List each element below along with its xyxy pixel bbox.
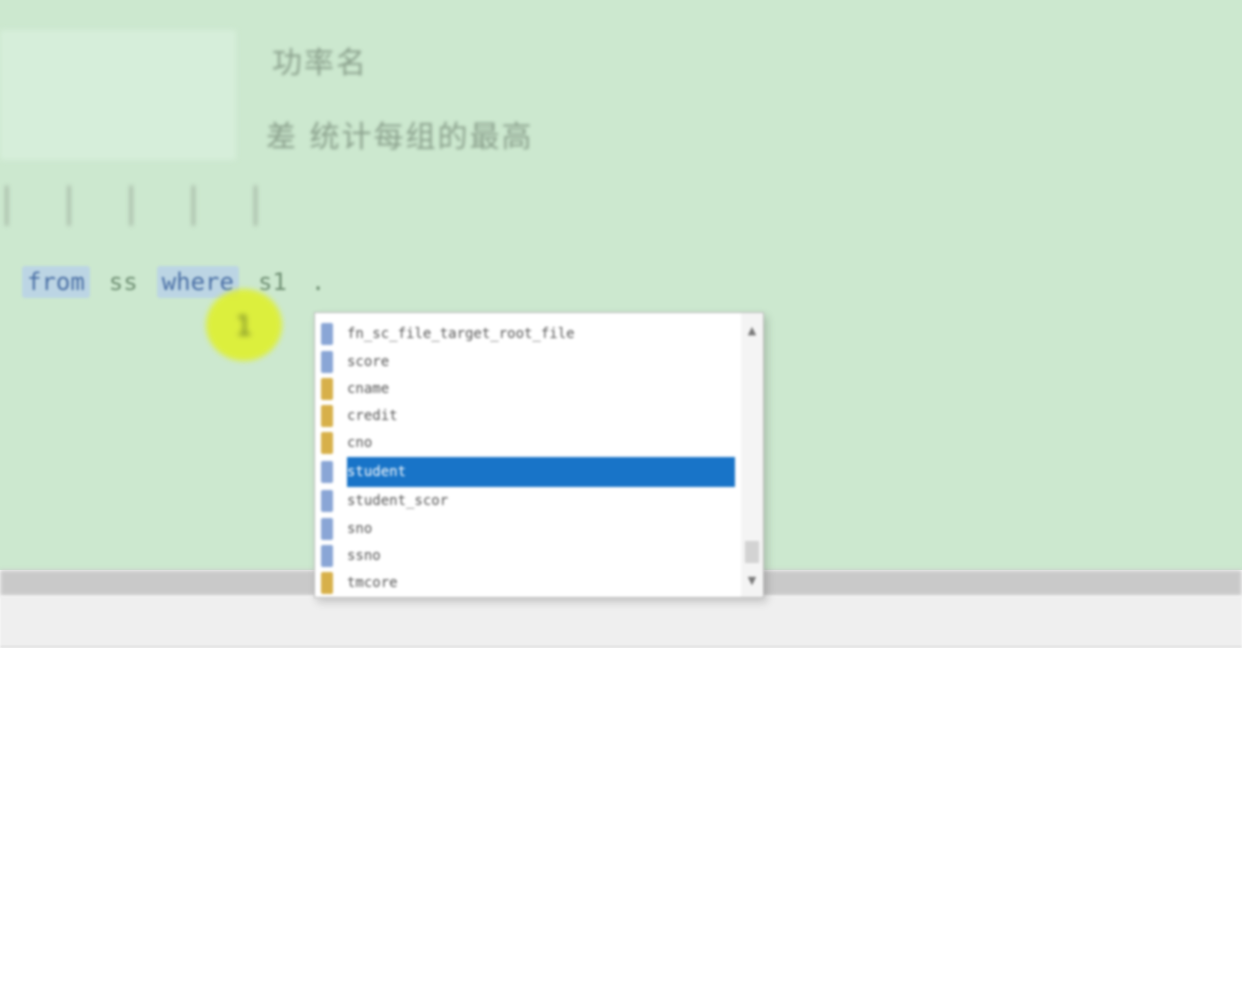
column-icon	[321, 571, 333, 594]
keyword-icon	[321, 517, 333, 540]
column-icon	[321, 431, 333, 454]
autocomplete-item-label: student	[347, 463, 407, 480]
autocomplete-item-label: cno	[347, 434, 373, 451]
autocomplete-scrollbar[interactable]: ▲ ▼	[741, 313, 763, 597]
keyword-icon	[321, 322, 333, 345]
autocomplete-item[interactable]: tmcore	[315, 569, 735, 596]
column-icon	[321, 377, 333, 400]
autocomplete-item-label: student_scor	[347, 492, 449, 509]
autocomplete-item[interactable]: fn_sc_file_target_root_file	[315, 320, 735, 347]
sql-code-line[interactable]: from ss where s1 .	[22, 262, 330, 302]
autocomplete-item[interactable]: score	[315, 348, 735, 375]
autocomplete-item[interactable]: student_scor	[315, 487, 735, 514]
autocomplete-item[interactable]: credit	[315, 402, 735, 429]
scrollbar-thumb[interactable]	[745, 541, 759, 563]
autocomplete-item-label: ssno	[347, 547, 381, 564]
keyword-icon	[321, 460, 333, 483]
column-icon	[321, 404, 333, 427]
autocomplete-item-label: cname	[347, 380, 390, 397]
comment-line-2: 差 统计每组的最高	[266, 120, 534, 155]
editor-gutter-block	[0, 30, 236, 160]
cursor-marker: 1	[235, 308, 253, 342]
autocomplete-item-label: fn_sc_file_target_root_file	[347, 325, 575, 342]
autocomplete-item[interactable]: sno	[315, 515, 735, 542]
results-pane	[0, 648, 1242, 993]
faint-code-glyphs: | | | | |	[0, 180, 281, 226]
scroll-down-icon[interactable]: ▼	[744, 573, 760, 589]
keyword-icon	[321, 544, 333, 567]
keyword-icon	[321, 350, 333, 373]
autocomplete-item[interactable]: cname	[315, 375, 735, 402]
autocomplete-item[interactable]: cno	[315, 429, 735, 456]
results-tab-strip	[0, 596, 1242, 648]
scroll-up-icon[interactable]: ▲	[744, 323, 760, 339]
comment-line-1: 功率名	[272, 46, 368, 81]
autocomplete-item[interactable]: ssno	[315, 542, 735, 569]
autocomplete-item-label: credit	[347, 407, 398, 424]
autocomplete-dropdown[interactable]: fn_sc_file_target_root_file score cname …	[314, 312, 764, 598]
sql-token-table[interactable]: ss	[104, 266, 143, 298]
keyword-icon	[321, 489, 333, 512]
mouse-cursor-highlight: 1	[206, 289, 282, 361]
autocomplete-item-label: sno	[347, 520, 373, 537]
sql-token-dot[interactable]: .	[306, 266, 330, 298]
sql-token-from[interactable]: from	[22, 266, 90, 298]
autocomplete-item-label: score	[347, 353, 390, 370]
autocomplete-item-label: tmcore	[347, 574, 398, 591]
autocomplete-item-selected[interactable]: student	[315, 458, 735, 485]
